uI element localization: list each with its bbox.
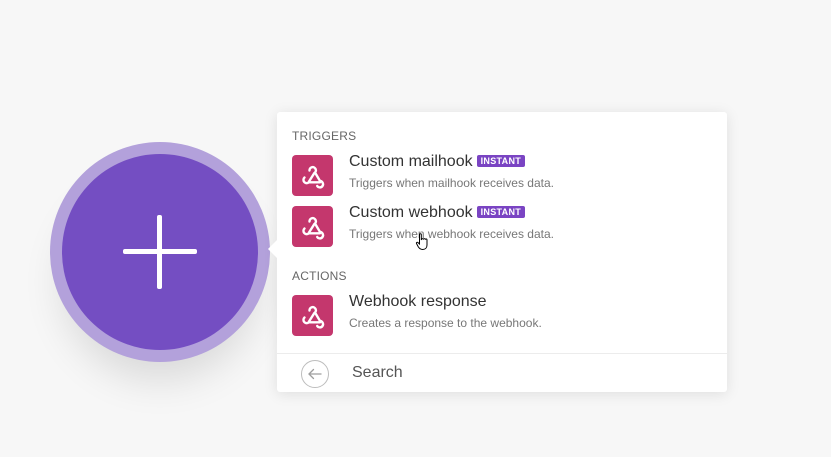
arrow-left-circle-icon (308, 368, 322, 380)
menu-item-title: Webhook response (349, 293, 487, 310)
add-module-button[interactable] (50, 142, 270, 362)
menu-item-webhook-response[interactable]: Webhook response Creates a response to t… (292, 293, 712, 343)
instant-badge: INSTANT (476, 206, 526, 218)
menu-item-title: Custom mailhook INSTANT (349, 153, 526, 171)
menu-item-custom-mailhook[interactable]: Custom mailhook INSTANT Triggers when mai… (292, 153, 712, 203)
divider (277, 353, 727, 354)
popup-arrow (268, 240, 277, 258)
webhook-icon (292, 295, 333, 336)
hand-cursor-icon (415, 233, 428, 251)
search-input[interactable] (347, 360, 717, 386)
instant-badge: INSTANT (476, 155, 526, 167)
menu-item-description: Triggers when webhook receives data. (349, 227, 554, 241)
menu-item-custom-webhook[interactable]: Custom webhook INSTANT Triggers when webh… (292, 204, 712, 254)
menu-item-description: Triggers when mailhook receives data. (349, 176, 554, 190)
webhook-icon (292, 206, 333, 247)
section-title-triggers: TRIGGERS (292, 129, 357, 143)
menu-item-description: Creates a response to the webhook. (349, 316, 542, 330)
plus-icon-vertical (157, 215, 162, 289)
back-button[interactable] (301, 360, 329, 388)
module-picker-popup: TRIGGERS Custom mailhook INSTANT Triggers… (268, 112, 727, 392)
webhook-icon (292, 155, 333, 196)
menu-item-title: Custom webhook INSTANT (349, 204, 526, 222)
scenario-canvas: TRIGGERS Custom mailhook INSTANT Triggers… (0, 0, 831, 457)
add-module-circle[interactable] (62, 154, 258, 350)
section-title-actions: ACTIONS (292, 269, 347, 283)
